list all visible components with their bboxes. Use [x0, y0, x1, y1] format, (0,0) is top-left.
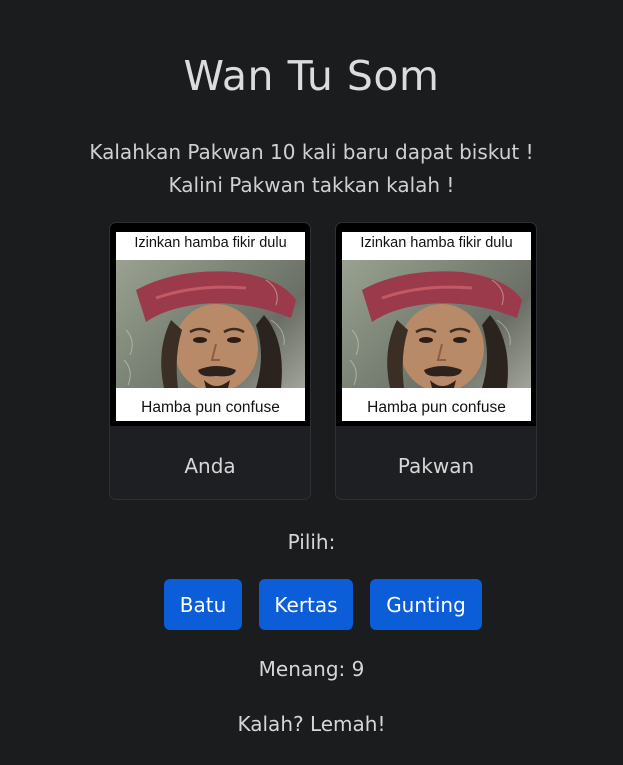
- opponent-card: Izinkan hamba fikir dulu Hamba pun confu…: [335, 222, 537, 500]
- player-card: Izinkan hamba fikir dulu Hamba pun confu…: [109, 222, 311, 500]
- player-meme-top-text: Izinkan hamba fikir dulu: [134, 235, 287, 251]
- page-title: Wan Tu Som: [183, 52, 440, 100]
- subtitle-line-2: Kalini Pakwan takkan kalah !: [168, 173, 455, 197]
- subtitle-line-1: Kalahkan Pakwan 10 kali baru dapat bisku…: [89, 140, 534, 164]
- pirate-portrait-image: [342, 260, 531, 388]
- opponent-meme-top-text: Izinkan hamba fikir dulu: [360, 235, 513, 251]
- game-page: Wan Tu Som Kalahkan Pakwan 10 kali baru …: [0, 0, 623, 765]
- player-meme-image: Izinkan hamba fikir dulu Hamba pun confu…: [110, 223, 310, 426]
- opponent-label: Pakwan: [397, 454, 475, 478]
- rock-button[interactable]: Batu: [164, 579, 242, 630]
- choose-label: Pilih:: [287, 530, 336, 554]
- opponent-meme-image: Izinkan hamba fikir dulu Hamba pun confu…: [336, 223, 536, 426]
- scissors-button[interactable]: Gunting: [370, 579, 482, 630]
- paper-button[interactable]: Kertas: [259, 579, 353, 630]
- pirate-portrait-image: [116, 260, 305, 388]
- wins-counter: Menang: 9: [258, 657, 365, 681]
- player-label: Anda: [184, 454, 236, 478]
- player-meme-bottom-text: Hamba pun confuse: [141, 399, 280, 416]
- opponent-meme-bottom-text: Hamba pun confuse: [367, 399, 506, 416]
- lose-message: Kalah? Lemah!: [237, 712, 386, 736]
